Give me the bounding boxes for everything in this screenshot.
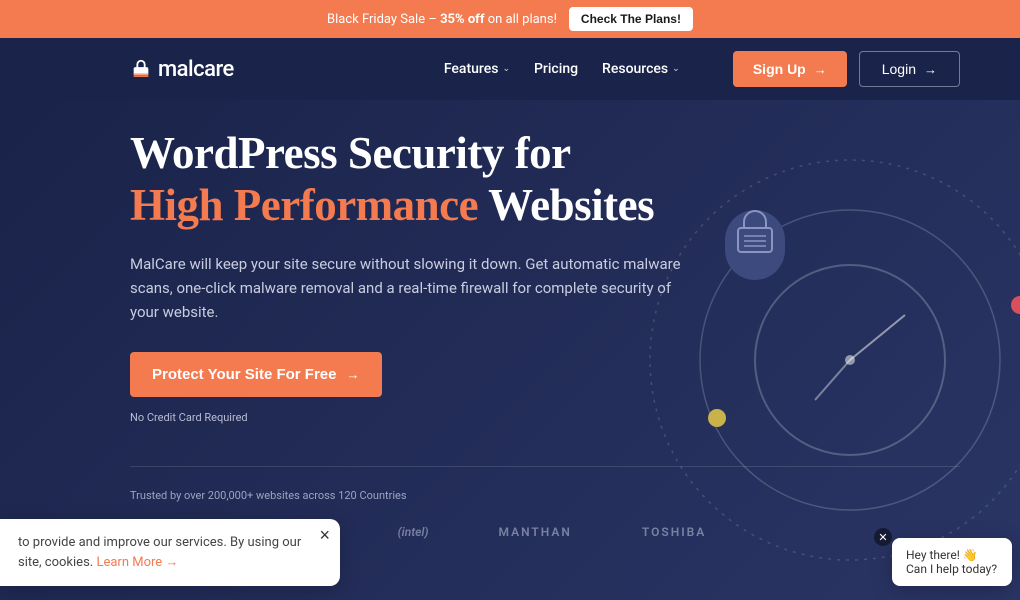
login-button[interactable]: Login→ — [859, 51, 960, 87]
promo-text: Black Friday Sale – 35% off on all plans… — [327, 12, 557, 27]
learn-more-link[interactable]: Learn More → — [96, 555, 178, 570]
chat-widget[interactable]: Hey there! 👋 Can I help today? — [892, 538, 1012, 586]
chat-text: Hey there! 👋 Can I help today? — [906, 548, 997, 576]
chat-close-button[interactable]: ✕ — [874, 528, 892, 546]
main-nav: malcare Features⌄ Pricing Resources⌄ Sig… — [0, 38, 1020, 100]
cookie-notice: × to provide and improve our services. B… — [0, 519, 340, 586]
partner-logo: MANTHAN — [498, 525, 571, 539]
partner-logo: TOSHIBA — [642, 525, 706, 539]
nav-links: Features⌄ Pricing Resources⌄ — [444, 61, 680, 77]
arrow-right-icon: → — [347, 367, 360, 382]
nav-features[interactable]: Features⌄ — [444, 61, 510, 77]
lock-icon — [130, 58, 152, 80]
protect-site-button[interactable]: Protect Your Site For Free→ — [130, 352, 382, 397]
trusted-text: Trusted by over 200,000+ websites across… — [130, 489, 960, 502]
hero-description: MalCare will keep your site secure witho… — [130, 252, 690, 324]
arrow-right-icon: → — [924, 62, 937, 77]
hero-heading: WordPress Security for High Performance … — [130, 128, 960, 232]
signup-button[interactable]: Sign Up→ — [733, 51, 847, 87]
nav-pricing[interactable]: Pricing — [534, 61, 578, 77]
brand-name: malcare — [158, 57, 234, 82]
close-button[interactable]: × — [319, 525, 330, 546]
chevron-down-icon: ⌄ — [672, 64, 680, 74]
chevron-down-icon: ⌄ — [502, 64, 510, 74]
check-plans-button[interactable]: Check The Plans! — [569, 7, 693, 31]
no-credit-text: No Credit Card Required — [130, 411, 960, 424]
promo-bar: Black Friday Sale – 35% off on all plans… — [0, 0, 1020, 38]
partner-logo: (intel) — [398, 525, 429, 539]
arrow-right-icon: → — [814, 62, 827, 77]
nav-resources[interactable]: Resources⌄ — [602, 61, 680, 77]
logo[interactable]: malcare — [130, 57, 234, 82]
